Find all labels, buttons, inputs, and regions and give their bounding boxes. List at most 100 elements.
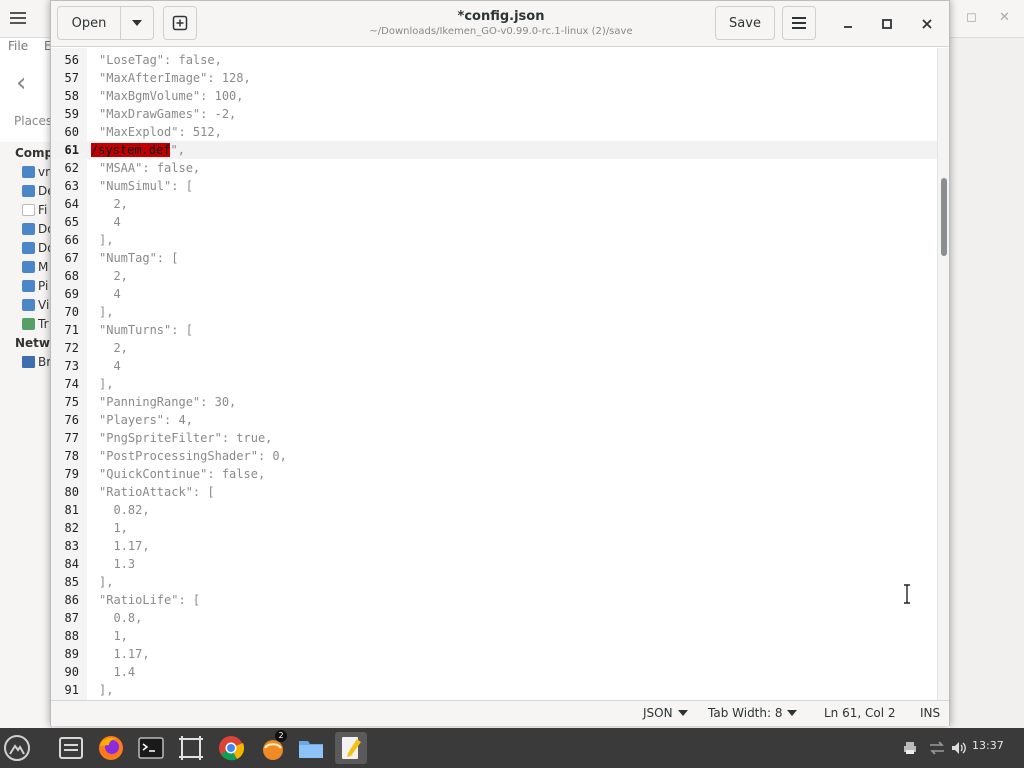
line-text[interactable]: ], — [99, 681, 113, 699]
minimize-button[interactable] — [837, 13, 859, 35]
code-line[interactable]: 76 "Players": 4, — [51, 411, 937, 429]
line-text[interactable]: "Players": 4, — [99, 411, 193, 429]
selected-text[interactable]: /system.def — [91, 143, 171, 157]
code-line[interactable]: 65 4 — [51, 213, 937, 231]
taskbar-app[interactable]: 2 — [257, 730, 289, 764]
menu-file[interactable]: File — [8, 39, 28, 53]
text-view[interactable]: 56 "LoseTag": false, 57 "MaxAfterImage": 12… — [51, 48, 937, 700]
line-text[interactable]: 2, — [99, 339, 127, 357]
code-line[interactable]: 84 1.3 — [51, 555, 937, 573]
sidebar-item[interactable]: vn — [22, 164, 53, 180]
taskbar-chrome[interactable] — [215, 732, 247, 764]
code-line[interactable]: 61/system.def", — [51, 141, 937, 159]
code-line[interactable]: 68 2, — [51, 267, 937, 285]
sidebar-item[interactable]: Tr — [22, 316, 49, 332]
line-text[interactable]: "NumTurns": [ — [99, 321, 193, 339]
code-line[interactable]: 74], — [51, 375, 937, 393]
sidebar-item[interactable]: Br — [22, 354, 51, 370]
line-text[interactable]: ], — [99, 231, 113, 249]
scrollbar-thumb[interactable] — [941, 178, 947, 256]
language-selector[interactable]: JSON — [643, 706, 688, 720]
sidebar-item[interactable]: Pi — [22, 278, 48, 294]
taskbar-text-editor[interactable] — [335, 732, 367, 764]
line-text[interactable]: ], — [99, 375, 113, 393]
volume-icon[interactable] — [950, 740, 968, 756]
line-text[interactable]: "MaxAfterImage": 128, — [99, 69, 251, 87]
open-menu-button[interactable] — [120, 6, 154, 40]
cursor-position[interactable]: Ln 61, Col 2 — [824, 706, 896, 720]
line-text[interactable]: "RatioLife": [ — [99, 591, 200, 609]
code-line[interactable]: 80 "RatioAttack": [ — [51, 483, 937, 501]
insert-mode[interactable]: INS — [920, 706, 940, 720]
code-line[interactable]: 91], — [51, 681, 937, 699]
code-line[interactable]: 59 "MaxDrawGames": -2, — [51, 105, 937, 123]
taskbar-files[interactable] — [55, 732, 87, 764]
sidebar-item[interactable]: M — [22, 259, 48, 275]
line-text[interactable]: "MaxBgmVolume": 100, — [99, 87, 244, 105]
code-line[interactable]: 86 "RatioLife": [ — [51, 591, 937, 609]
code-line[interactable]: 85], — [51, 573, 937, 591]
line-text[interactable]: "PanningRange": 30, — [99, 393, 236, 411]
line-text[interactable]: 0.8, — [99, 609, 142, 627]
code-line[interactable]: 69 4 — [51, 285, 937, 303]
taskbar-firefox[interactable] — [95, 732, 127, 764]
line-text[interactable]: 4 — [99, 357, 120, 375]
line-text[interactable]: 1.3 — [99, 555, 135, 573]
sidebar-item[interactable]: Fi — [22, 202, 47, 218]
code-line[interactable]: 70], — [51, 303, 937, 321]
line-text[interactable]: 0.82, — [99, 501, 149, 519]
line-text[interactable]: "PngSpriteFilter": true, — [99, 429, 272, 447]
code-line[interactable]: 72 2, — [51, 339, 937, 357]
line-text[interactable]: 1.4 — [99, 663, 135, 681]
line-text[interactable]: ], — [99, 303, 113, 321]
close-icon[interactable]: ✕ — [999, 10, 1010, 25]
line-text[interactable]: "NumTag": [ — [99, 249, 178, 267]
app-menu-button[interactable] — [1, 732, 33, 764]
back-arrow-icon[interactable]: ‹ — [16, 70, 26, 96]
vertical-scrollbar[interactable] — [937, 48, 949, 700]
new-tab-button[interactable] — [163, 6, 197, 40]
code-line[interactable]: 73 4 — [51, 357, 937, 375]
taskbar-terminal[interactable] — [135, 732, 167, 764]
line-text[interactable]: "PostProcessingShader": 0, — [99, 447, 287, 465]
code-line[interactable]: 62 "MSAA": false, — [51, 159, 937, 177]
line-text[interactable]: 2, — [99, 195, 127, 213]
code-line[interactable]: 87 0.8, — [51, 609, 937, 627]
code-line[interactable]: 67 "NumTag": [ — [51, 249, 937, 267]
code-line[interactable]: 64 2, — [51, 195, 937, 213]
line-text[interactable]: 1, — [99, 627, 127, 645]
line-text[interactable]: 1.17, — [99, 645, 149, 663]
line-text[interactable]: 4 — [99, 213, 120, 231]
code-line[interactable]: 58 "MaxBgmVolume": 100, — [51, 87, 937, 105]
code-line[interactable]: 89 1.17, — [51, 645, 937, 663]
code-line[interactable]: 77 "PngSpriteFilter": true, — [51, 429, 937, 447]
open-button[interactable]: Open — [57, 6, 121, 40]
code-line[interactable]: 63 "NumSimul": [ — [51, 177, 937, 195]
code-line[interactable]: 66], — [51, 231, 937, 249]
close-button[interactable] — [916, 13, 938, 35]
code-line[interactable]: 56 "LoseTag": false, — [51, 51, 937, 69]
line-text[interactable]: "MSAA": false, — [99, 159, 200, 177]
places-label[interactable]: Places — [14, 114, 52, 128]
save-button[interactable]: Save — [715, 6, 775, 40]
code-line[interactable]: 82 1, — [51, 519, 937, 537]
line-text[interactable]: 2, — [99, 267, 127, 285]
code-line[interactable]: 78 "PostProcessingShader": 0, — [51, 447, 937, 465]
code-line[interactable]: 71 "NumTurns": [ — [51, 321, 937, 339]
network-icon[interactable] — [928, 740, 946, 756]
line-text[interactable]: "MaxExplod": 512, — [99, 123, 222, 141]
line-text[interactable]: "QuickContinue": false, — [99, 465, 265, 483]
taskbar-screenshot[interactable] — [175, 732, 207, 764]
hamburger-menu-icon[interactable] — [10, 10, 26, 26]
code-line[interactable]: 83 1.17, — [51, 537, 937, 555]
line-text[interactable]: ], — [99, 573, 113, 591]
line-text[interactable]: 4 — [99, 285, 120, 303]
clock[interactable]: 13:37 — [972, 739, 1004, 752]
main-menu-button[interactable] — [782, 6, 816, 40]
code-line[interactable]: 90 1.4 — [51, 663, 937, 681]
line-text[interactable]: "RatioAttack": [ — [99, 483, 215, 501]
line-text[interactable]: "MaxDrawGames": -2, — [99, 105, 236, 123]
line-text[interactable]: /system.def", — [91, 141, 185, 159]
code-line[interactable]: 81 0.82, — [51, 501, 937, 519]
line-text[interactable]: 1.17, — [99, 537, 149, 555]
